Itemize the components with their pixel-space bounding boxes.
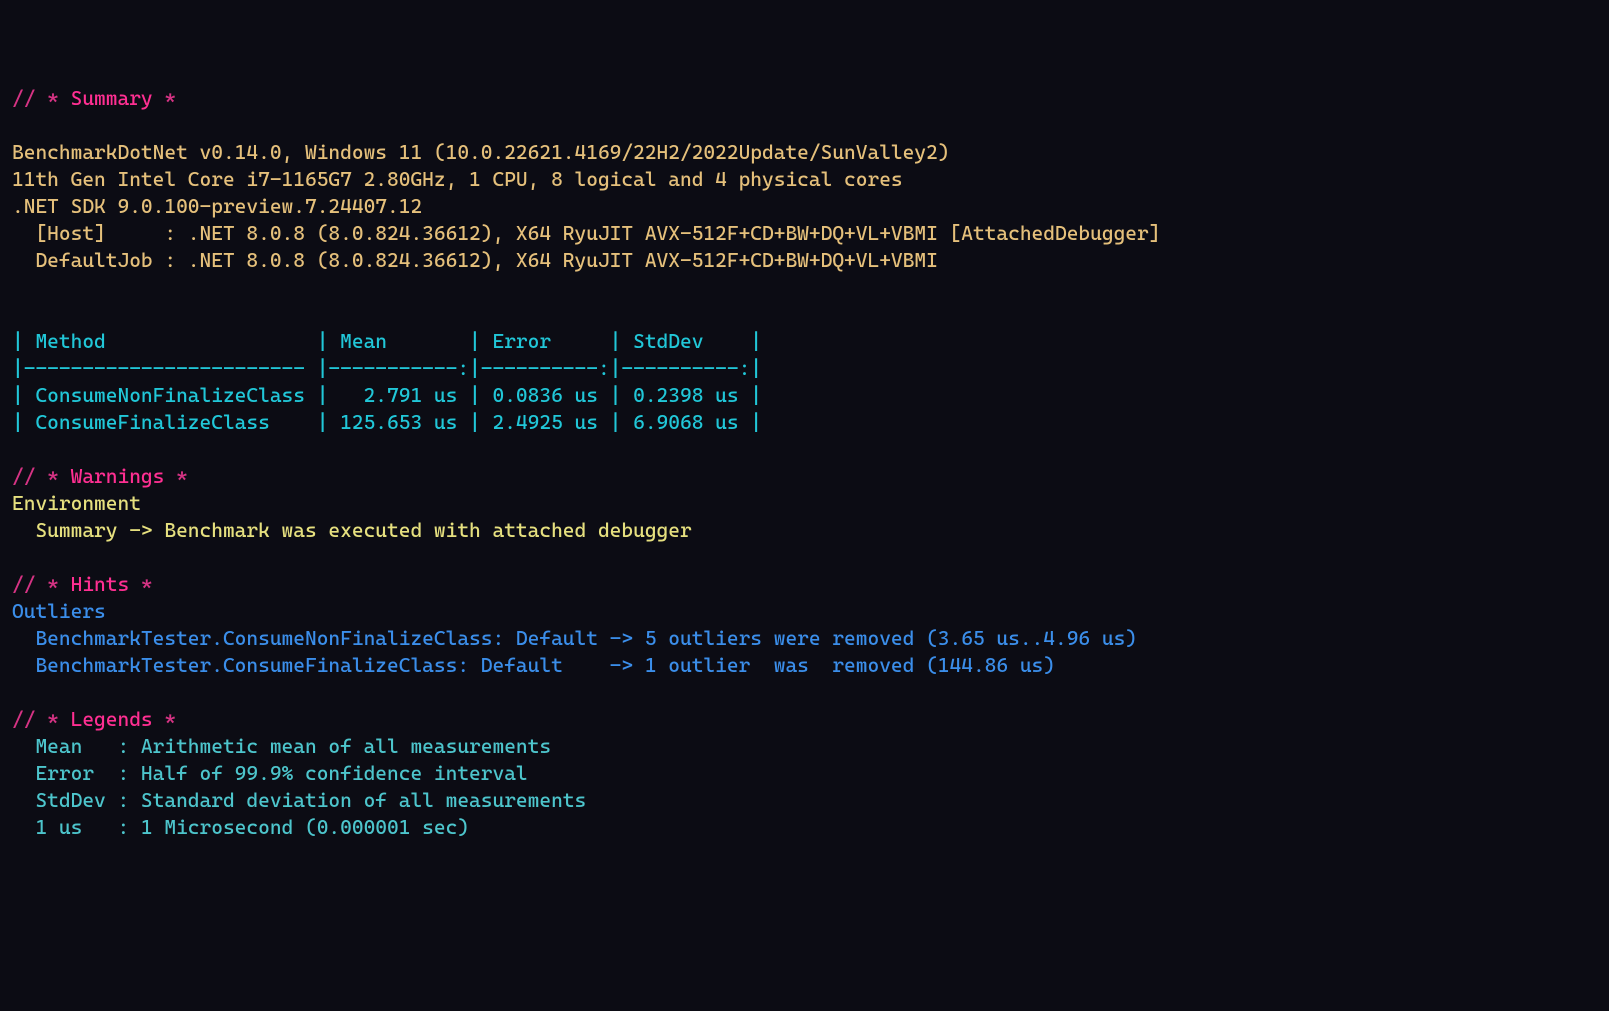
env-line-1: BenchmarkDotNet v0.14.0, Windows 11 (10.… [12,140,950,164]
legend-line: 1 us : 1 Microsecond (0.000001 sec) [12,815,469,839]
warning-category: Environment [12,491,141,515]
section-marker: // * [12,572,71,596]
hint-category: Outliers [12,599,106,623]
table-row: | ConsumeFinalizeClass | 125.653 us | 2.… [12,410,762,434]
legend-line: Mean : Arithmetic mean of all measuremen… [12,734,551,758]
section-marker: // * [12,707,71,731]
section-title-summary: Summary [71,86,153,110]
env-line-4: [Host] : .NET 8.0.8 (8.0.824.36612), X64… [12,221,1160,245]
legend-line: StdDev : Standard deviation of all measu… [12,788,586,812]
section-marker: // * [12,464,71,488]
hint-line: BenchmarkTester.ConsumeFinalizeClass: De… [12,653,1055,677]
section-title-legends: Legends [71,707,153,731]
table-row: | ConsumeNonFinalizeClass | 2.791 us | 0… [12,383,762,407]
env-line-3: .NET SDK 9.0.100-preview.7.24407.12 [12,194,422,218]
hint-line: BenchmarkTester.ConsumeNonFinalizeClass:… [12,626,1137,650]
section-title-warnings: Warnings [71,464,165,488]
warning-line: Summary -> Benchmark was executed with a… [12,518,692,542]
section-title-hints: Hints [71,572,130,596]
env-line-5: DefaultJob : .NET 8.0.8 (8.0.824.36612),… [12,248,938,272]
table-header-row: | Method | Mean | Error | StdDev | [12,329,762,353]
section-marker: // * [12,86,71,110]
legend-line: Error : Half of 99.9% confidence interva… [12,761,528,785]
env-line-2: 11th Gen Intel Core i7-1165G7 2.80GHz, 1… [12,167,903,191]
terminal-output: // * Summary * BenchmarkDotNet v0.14.0, … [0,54,1609,849]
table-divider-row: |------------------------ |-----------:|… [12,356,762,380]
